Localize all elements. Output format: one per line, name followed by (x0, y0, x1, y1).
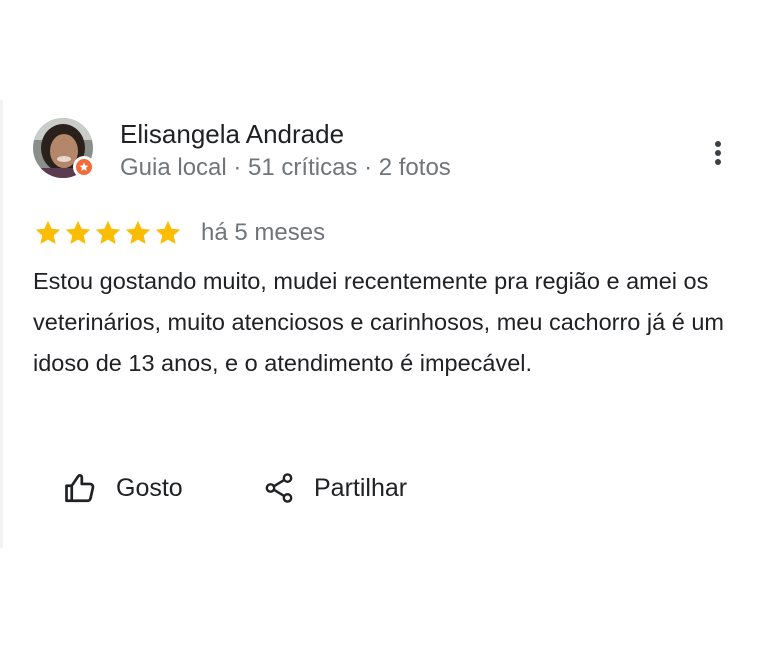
more-vert-icon[interactable] (702, 136, 734, 172)
reviewer-name[interactable]: Elisangela Andrade (120, 117, 344, 151)
like-button[interactable]: Gosto (62, 466, 183, 510)
review-age: há 5 meses (201, 219, 326, 246)
star-icon (65, 220, 91, 244)
share-icon (262, 470, 296, 506)
card-edge (0, 100, 3, 548)
like-label: Gosto (116, 474, 183, 502)
star-icon (125, 220, 151, 244)
reviewer-meta: Guia local · 51 críticas · 2 fotos (120, 154, 451, 181)
thumb-up-icon (62, 470, 98, 506)
share-label: Partilhar (314, 474, 408, 502)
review-text: Estou gostando muito, mudei recentemente… (33, 268, 724, 376)
star-icon (95, 220, 121, 244)
share-button[interactable]: Partilhar (262, 466, 407, 510)
star-icon (35, 220, 61, 244)
star-rating (33, 218, 183, 248)
avatar[interactable] (33, 118, 95, 178)
star-icon (155, 220, 181, 244)
review-card: Elisangela Andrade Guia local · 51 críti… (0, 0, 767, 657)
local-guide-badge-icon (73, 156, 95, 178)
